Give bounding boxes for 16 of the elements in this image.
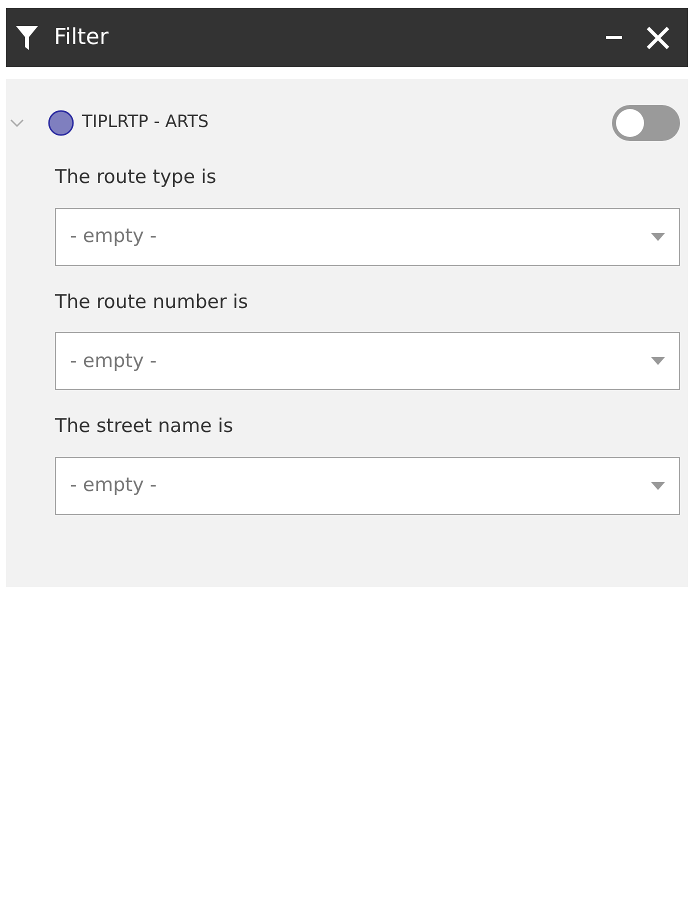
minimize-icon: [606, 36, 622, 40]
filter-label: The route number is: [55, 290, 249, 314]
filter-label: The route type is: [55, 165, 218, 190]
caret-icon: [651, 232, 665, 240]
window-title: Filter: [54, 24, 108, 52]
filter-dropdown[interactable]: - empty -: [55, 208, 680, 266]
layer-color-dot: [48, 110, 74, 136]
filter-dropdown[interactable]: - empty -: [55, 456, 680, 514]
layer-name: TIPLRTP - ARTS: [82, 111, 209, 134]
filter-label: The street name is: [55, 414, 234, 439]
filter-dropdown[interactable]: - empty -: [55, 332, 680, 390]
filter-icon: [16, 26, 38, 50]
toggle-switch[interactable]: [612, 105, 680, 141]
caret-icon: [651, 482, 665, 490]
close-icon: [646, 26, 670, 50]
caret-icon: [651, 357, 665, 365]
